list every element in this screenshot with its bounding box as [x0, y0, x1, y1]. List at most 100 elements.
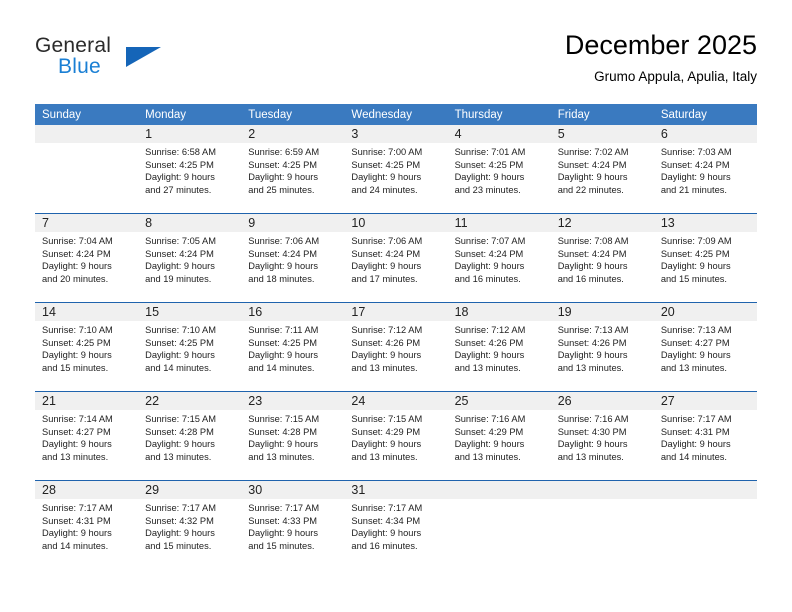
calendar-day-cell[interactable]: 24 Sunrise: 7:15 AM Sunset: 4:29 PM Dayligh…: [344, 391, 448, 481]
calendar-day-cell[interactable]: 6 Sunrise: 7:03 AM Sunset: 4:24 PM Daylight…: [653, 125, 757, 214]
calendar-day-cell[interactable]: 1 Sunrise: 6:58 AM Sunset: 4:25 PM Daylight…: [138, 125, 242, 214]
sunset-text: Sunset: 4:28 PM: [248, 426, 318, 437]
calendar-day-cell[interactable]: 16 Sunrise: 7:11 AM Sunset: 4:25 PM Dayligh…: [241, 302, 345, 392]
day-30: 30 Sunrise: 7:17 AM Sunset: 4:33 PM Dayligh…: [241, 481, 345, 569]
day-31: 31 Sunrise: 7:17 AM Sunset: 4:34 PM Dayligh…: [344, 481, 448, 569]
sunset-text: Sunset: 4:26 PM: [454, 337, 524, 348]
calendar-day-cell[interactable]: 13 Sunrise: 7:09 AM Sunset: 4:25 PM Dayligh…: [653, 213, 757, 303]
calendar-day-cell[interactable]: 5 Sunrise: 7:02 AM Sunset: 4:24 PM Daylight…: [550, 125, 654, 214]
calendar-day-cell[interactable]: 30 Sunrise: 7:17 AM Sunset: 4:33 PM Dayligh…: [241, 480, 345, 569]
day-12: 12 Sunrise: 7:08 AM Sunset: 4:24 PM Dayligh…: [550, 214, 654, 302]
sunrise-text: Sunrise: 7:12 AM: [351, 325, 423, 335]
weekday-header-tuesday: Tuesday: [241, 104, 345, 125]
day-number: 4: [447, 125, 551, 143]
day-details: Sunrise: 7:05 AM Sunset: 4:24 PM Daylight:…: [138, 232, 241, 285]
calendar-day-cell[interactable]: [550, 480, 654, 569]
day-number: 25: [447, 392, 551, 410]
daylight-text-line1: Daylight: 9 hours: [248, 172, 319, 183]
calendar-day-cell[interactable]: [35, 125, 139, 214]
calendar-day-cell[interactable]: [653, 480, 757, 569]
calendar-day-cell[interactable]: 9 Sunrise: 7:06 AM Sunset: 4:24 PM Daylight…: [241, 213, 345, 303]
sunrise-text: Sunrise: 7:15 AM: [248, 414, 320, 424]
day-1: 1 Sunrise: 6:58 AM Sunset: 4:25 PM Daylight…: [138, 125, 242, 213]
calendar-day-cell[interactable]: 11 Sunrise: 7:07 AM Sunset: 4:24 PM Dayligh…: [447, 213, 551, 303]
calendar-week-row: 21 Sunrise: 7:14 AM Sunset: 4:27 PM Dayligh…: [35, 391, 757, 481]
sunrise-text: Sunrise: 7:08 AM: [557, 236, 629, 246]
day-details: Sunrise: 7:08 AM Sunset: 4:24 PM Daylight:…: [551, 232, 654, 285]
day-details: Sunrise: 7:17 AM Sunset: 4:33 PM Daylight:…: [241, 499, 344, 552]
sunset-text: Sunset: 4:29 PM: [351, 426, 421, 437]
weekday-header-sunday: Sunday: [35, 104, 139, 125]
day-5: 5 Sunrise: 7:02 AM Sunset: 4:24 PM Daylight…: [550, 125, 654, 213]
daylight-text-line2: and 24 minutes.: [351, 184, 418, 195]
day-21: 21 Sunrise: 7:14 AM Sunset: 4:27 PM Dayligh…: [35, 392, 139, 480]
daylight-text-line2: and 13 minutes.: [454, 451, 521, 462]
calendar-day-cell[interactable]: 25 Sunrise: 7:16 AM Sunset: 4:29 PM Dayligh…: [447, 391, 551, 481]
calendar-day-cell[interactable]: 8 Sunrise: 7:05 AM Sunset: 4:24 PM Daylight…: [138, 213, 242, 303]
sunrise-text: Sunrise: 7:15 AM: [351, 414, 423, 424]
calendar-day-cell[interactable]: 22 Sunrise: 7:15 AM Sunset: 4:28 PM Dayligh…: [138, 391, 242, 481]
calendar-day-cell[interactable]: 18 Sunrise: 7:12 AM Sunset: 4:26 PM Dayligh…: [447, 302, 551, 392]
daylight-text-line1: Daylight: 9 hours: [454, 439, 525, 450]
calendar-day-cell[interactable]: 31 Sunrise: 7:17 AM Sunset: 4:34 PM Dayligh…: [344, 480, 448, 569]
day-number: 27: [653, 392, 757, 410]
calendar-day-cell[interactable]: 7 Sunrise: 7:04 AM Sunset: 4:24 PM Daylight…: [35, 213, 139, 303]
sunrise-text: Sunrise: 7:13 AM: [660, 325, 732, 335]
calendar-day-cell[interactable]: 19 Sunrise: 7:13 AM Sunset: 4:26 PM Dayligh…: [550, 302, 654, 392]
daylight-text-line1: Daylight: 9 hours: [145, 350, 215, 361]
day-number: 30: [241, 481, 345, 499]
daylight-text-line2: and 16 minutes.: [454, 273, 521, 284]
calendar-day-cell[interactable]: 17 Sunrise: 7:12 AM Sunset: 4:26 PM Dayligh…: [344, 302, 448, 392]
sunset-text: Sunset: 4:31 PM: [42, 515, 111, 526]
sunrise-text: Sunrise: 7:10 AM: [145, 325, 216, 335]
page-header: General Blue December 2025 Grumo Appula,…: [35, 28, 757, 98]
calendar-day-cell[interactable]: 20 Sunrise: 7:13 AM Sunset: 4:27 PM Dayligh…: [653, 302, 757, 392]
daylight-text-line2: and 15 minutes.: [660, 273, 727, 284]
calendar-day-cell[interactable]: [447, 480, 551, 569]
day-details: Sunrise: 7:17 AM Sunset: 4:32 PM Daylight:…: [138, 499, 241, 552]
weekday-header-thursday: Thursday: [447, 104, 551, 125]
day-details: Sunrise: 7:16 AM Sunset: 4:30 PM Daylight:…: [551, 410, 654, 463]
day-number: 26: [550, 392, 654, 410]
calendar-day-cell[interactable]: 10 Sunrise: 7:06 AM Sunset: 4:24 PM Dayligh…: [344, 213, 448, 303]
calendar-day-cell[interactable]: 3 Sunrise: 7:00 AM Sunset: 4:25 PM Daylight…: [344, 125, 448, 214]
day-number: 15: [138, 303, 242, 321]
day-number: 7: [35, 214, 139, 232]
calendar-day-cell[interactable]: 26 Sunrise: 7:16 AM Sunset: 4:30 PM Dayligh…: [550, 391, 654, 481]
day-19: 19 Sunrise: 7:13 AM Sunset: 4:26 PM Dayligh…: [550, 303, 654, 391]
day-details: Sunrise: 7:15 AM Sunset: 4:28 PM Daylight:…: [138, 410, 241, 463]
day-details: Sunrise: 7:17 AM Sunset: 4:34 PM Daylight:…: [344, 499, 447, 552]
calendar-day-cell[interactable]: 28 Sunrise: 7:17 AM Sunset: 4:31 PM Dayligh…: [35, 480, 139, 569]
title-block: December 2025 Grumo Appula, Apulia, Ital…: [565, 28, 757, 87]
calendar-week-row: 28 Sunrise: 7:17 AM Sunset: 4:31 PM Dayligh…: [35, 480, 757, 569]
sunset-text: Sunset: 4:28 PM: [145, 426, 214, 437]
calendar-day-cell[interactable]: 14 Sunrise: 7:10 AM Sunset: 4:25 PM Dayligh…: [35, 302, 139, 392]
calendar-day-cell[interactable]: 15 Sunrise: 7:10 AM Sunset: 4:25 PM Dayligh…: [138, 302, 242, 392]
daylight-text-line1: Daylight: 9 hours: [660, 350, 731, 361]
calendar-day-cell[interactable]: 27 Sunrise: 7:17 AM Sunset: 4:31 PM Dayligh…: [653, 391, 757, 481]
sunrise-text: Sunrise: 7:06 AM: [248, 236, 320, 246]
sunset-text: Sunset: 4:31 PM: [660, 426, 730, 437]
sunrise-text: Sunrise: 6:59 AM: [248, 147, 320, 157]
day-17: 17 Sunrise: 7:12 AM Sunset: 4:26 PM Dayligh…: [344, 303, 448, 391]
calendar-day-cell[interactable]: 2 Sunrise: 6:59 AM Sunset: 4:25 PM Daylight…: [241, 125, 345, 214]
calendar-day-cell[interactable]: 12 Sunrise: 7:08 AM Sunset: 4:24 PM Dayligh…: [550, 213, 654, 303]
sunrise-text: Sunrise: 7:05 AM: [145, 236, 216, 246]
general-blue-logo[interactable]: General Blue: [35, 34, 265, 92]
sunrise-text: Sunrise: 7:01 AM: [454, 147, 526, 157]
day-9: 9 Sunrise: 7:06 AM Sunset: 4:24 PM Daylight…: [241, 214, 345, 302]
sunset-text: Sunset: 4:25 PM: [454, 159, 524, 170]
calendar-day-cell[interactable]: 23 Sunrise: 7:15 AM Sunset: 4:28 PM Dayligh…: [241, 391, 345, 481]
location-subtitle: Grumo Appula, Apulia, Italy: [594, 69, 757, 84]
day-22: 22 Sunrise: 7:15 AM Sunset: 4:28 PM Dayligh…: [138, 392, 242, 480]
daylight-text-line1: Daylight: 9 hours: [145, 261, 215, 272]
day-number: 17: [344, 303, 448, 321]
calendar-day-cell[interactable]: 29 Sunrise: 7:17 AM Sunset: 4:32 PM Dayligh…: [138, 480, 242, 569]
day-details: Sunrise: 6:58 AM Sunset: 4:25 PM Daylight:…: [138, 143, 241, 196]
calendar-day-cell[interactable]: 4 Sunrise: 7:01 AM Sunset: 4:25 PM Daylight…: [447, 125, 551, 214]
calendar-day-cell[interactable]: 21 Sunrise: 7:14 AM Sunset: 4:27 PM Dayligh…: [35, 391, 139, 481]
sunrise-text: Sunrise: 7:09 AM: [660, 236, 732, 246]
sunset-text: Sunset: 4:27 PM: [660, 337, 730, 348]
sunrise-text: Sunrise: 7:15 AM: [145, 414, 216, 424]
daylight-text-line2: and 13 minutes.: [145, 451, 212, 462]
